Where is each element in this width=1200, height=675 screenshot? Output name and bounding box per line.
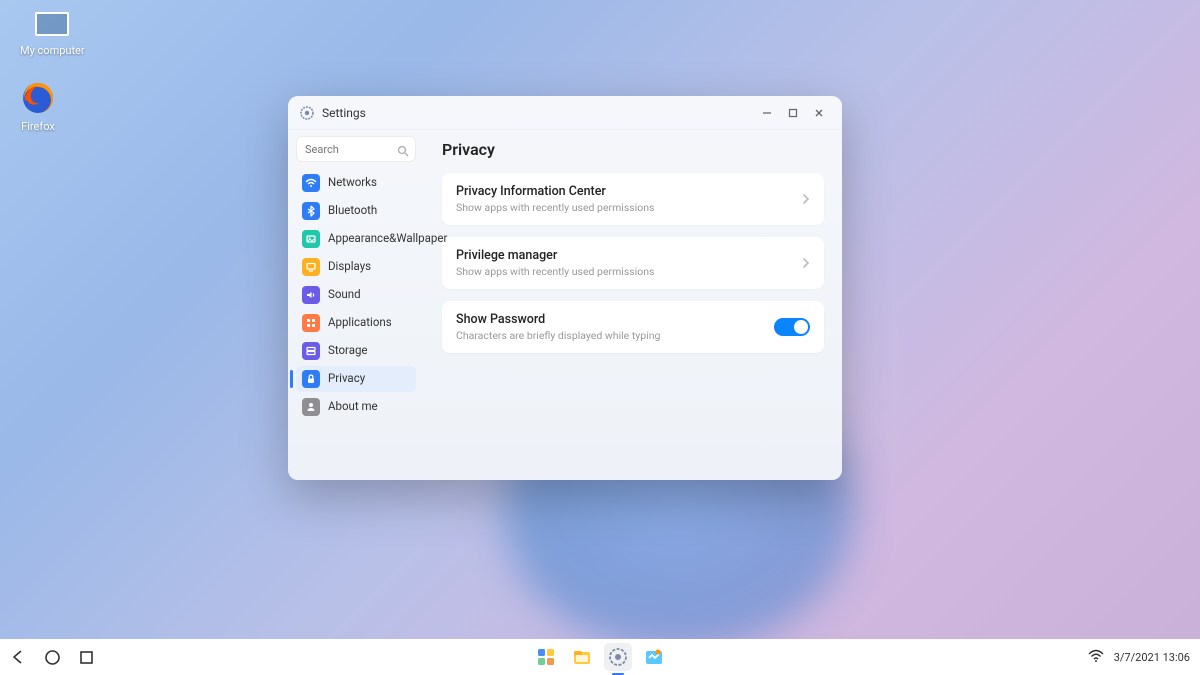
sidebar-item-label: Sound xyxy=(328,288,410,302)
sidebar-item-label: Applications xyxy=(328,316,410,330)
sidebar-item-applications[interactable]: Applications xyxy=(296,310,416,336)
taskbar-files[interactable] xyxy=(568,643,596,671)
chevron-right-icon xyxy=(802,190,810,209)
card-title: Privacy Information Center xyxy=(456,184,802,199)
sidebar-item-label: Bluetooth xyxy=(328,204,410,218)
window-maximize-button[interactable] xyxy=(780,100,806,126)
taskbar-app-store[interactable] xyxy=(640,643,668,671)
sidebar-item-label: About me xyxy=(328,400,410,414)
chevron-right-icon xyxy=(802,254,810,273)
sidebar-item-label: Storage xyxy=(328,344,410,358)
settings-sidebar: Networks Bluetooth Appearance&Wallpaper … xyxy=(288,130,424,480)
desktop-icon-label: Firefox xyxy=(21,120,55,133)
sidebar-item-label: Displays xyxy=(328,260,410,274)
nav-home-button[interactable] xyxy=(44,649,61,666)
card-show-password: Show Password Characters are briefly dis… xyxy=(442,301,824,353)
taskbar-datetime[interactable]: 3/7/2021 13:06 xyxy=(1114,651,1190,664)
sidebar-item-label: Appearance&Wallpaper xyxy=(328,232,447,246)
card-title: Show Password xyxy=(456,312,774,327)
sidebar-item-privacy[interactable]: Privacy xyxy=(296,366,416,392)
sidebar-item-bluetooth[interactable]: Bluetooth xyxy=(296,198,416,224)
search-icon xyxy=(397,142,409,161)
firefox-icon xyxy=(20,80,56,116)
window-close-button[interactable] xyxy=(806,100,832,126)
wifi-icon xyxy=(302,174,320,192)
taskbar: 3/7/2021 13:06 xyxy=(0,639,1200,675)
desktop-icon-firefox[interactable]: Firefox xyxy=(20,80,56,133)
window-titlebar[interactable]: Settings xyxy=(288,96,842,130)
card-privilege-manager[interactable]: Privilege manager Show apps with recentl… xyxy=(442,237,824,289)
computer-icon xyxy=(32,8,72,40)
settings-window: Settings Networks Bluetooth Appearance&W… xyxy=(288,96,842,480)
lock-icon xyxy=(302,370,320,388)
desktop-icon-my-computer[interactable]: My computer xyxy=(20,8,85,57)
sidebar-item-networks[interactable]: Networks xyxy=(296,170,416,196)
card-title: Privilege manager xyxy=(456,248,802,263)
card-subtitle: Show apps with recently used permissions xyxy=(456,265,802,278)
card-privacy-info-center[interactable]: Privacy Information Center Show apps wit… xyxy=(442,173,824,225)
taskbar-settings[interactable] xyxy=(604,643,632,671)
sidebar-item-about[interactable]: About me xyxy=(296,394,416,420)
sidebar-item-displays[interactable]: Displays xyxy=(296,254,416,280)
apps-icon xyxy=(302,314,320,332)
desktop-icon-label: My computer xyxy=(20,44,85,57)
settings-app-icon xyxy=(298,104,316,122)
card-subtitle: Characters are briefly displayed while t… xyxy=(456,329,774,342)
nav-back-button[interactable] xyxy=(10,649,26,665)
sidebar-item-label: Privacy xyxy=(328,372,410,386)
nav-recent-button[interactable] xyxy=(79,650,94,665)
window-title: Settings xyxy=(322,106,366,120)
display-icon xyxy=(302,258,320,276)
page-title: Privacy xyxy=(442,140,824,159)
bluetooth-icon xyxy=(302,202,320,220)
sidebar-item-label: Networks xyxy=(328,176,410,190)
sidebar-search xyxy=(296,136,416,162)
settings-content: Privacy Privacy Information Center Show … xyxy=(424,130,842,480)
user-icon xyxy=(302,398,320,416)
taskbar-app-launcher[interactable] xyxy=(532,643,560,671)
sound-icon xyxy=(302,286,320,304)
wifi-status-icon[interactable] xyxy=(1088,649,1104,666)
show-password-toggle[interactable] xyxy=(774,318,810,336)
card-subtitle: Show apps with recently used permissions xyxy=(456,201,802,214)
image-icon xyxy=(302,230,320,248)
sidebar-item-appearance[interactable]: Appearance&Wallpaper xyxy=(296,226,416,252)
storage-icon xyxy=(302,342,320,360)
window-minimize-button[interactable] xyxy=(754,100,780,126)
sidebar-item-storage[interactable]: Storage xyxy=(296,338,416,364)
sidebar-item-sound[interactable]: Sound xyxy=(296,282,416,308)
